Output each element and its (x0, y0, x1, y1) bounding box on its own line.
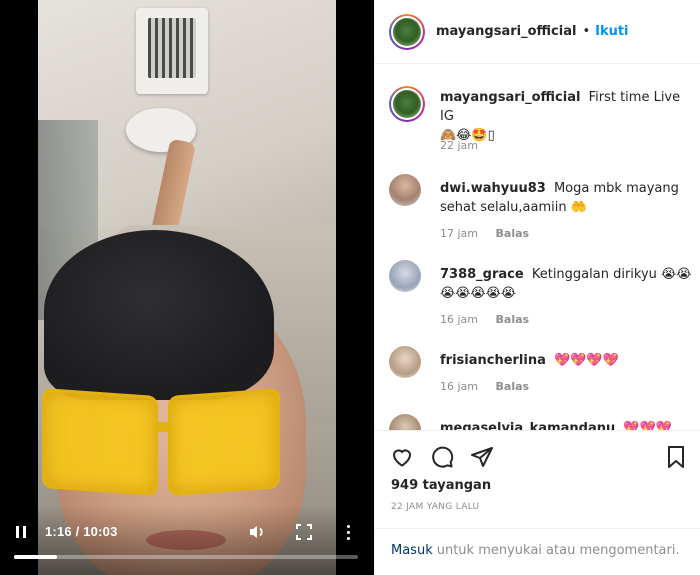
share-icon[interactable] (469, 444, 495, 470)
avatar[interactable] (389, 86, 425, 122)
login-prompt: Masuk untuk menyukai atau mengomentari. (375, 528, 700, 575)
pause-icon[interactable] (14, 524, 28, 540)
comment-meta: 16 jam Balas (440, 313, 529, 326)
post-header: mayangsari_official • Ikuti (375, 0, 700, 64)
volume-icon[interactable] (247, 522, 267, 542)
comment-time[interactable]: 22 jam (440, 139, 478, 152)
comment-time[interactable]: 17 jam (440, 227, 478, 240)
comment-text: 💖💖💖💖 (554, 353, 619, 368)
post-timestamp[interactable]: 22 JAM YANG LALU (391, 502, 479, 512)
comment-username[interactable]: mayangsari_official (440, 90, 580, 105)
video-progress-fill (14, 555, 58, 559)
comment-username[interactable]: frisiancherlina (440, 353, 546, 368)
comment-emoji: 😭😭😭😭😭 (440, 286, 516, 301)
reply-button[interactable]: Balas (496, 380, 530, 393)
more-icon[interactable] (340, 522, 356, 542)
comment-meta: 17 jam Balas (440, 227, 529, 240)
avatar[interactable] (389, 414, 421, 430)
comment-icon[interactable] (429, 444, 455, 470)
video-player[interactable]: 1:16 / 10:03 (0, 0, 374, 575)
comment-time[interactable]: 16 jam (440, 380, 478, 393)
reply-button[interactable]: Balas (496, 313, 530, 326)
comment-meta: 22 jam (440, 139, 478, 152)
video-scene-vent (136, 8, 208, 94)
comment-meta: 16 jam Balas (440, 380, 529, 393)
comment-text: 💖💖💖 (623, 421, 672, 430)
comment-username[interactable]: dwi.wahyuu83 (440, 181, 546, 196)
header-separator: • (582, 24, 591, 39)
bookmark-icon[interactable] (663, 444, 689, 470)
comment-time[interactable]: 16 jam (440, 313, 478, 326)
view-count[interactable]: 949 tayangan (391, 478, 491, 493)
avatar[interactable] (389, 346, 421, 378)
comment-username[interactable]: megaselvia_kamandanu (440, 421, 615, 430)
post-side-panel: mayangsari_official • Ikuti mayangsari_o… (374, 0, 700, 575)
video-time: 1:16 / 10:03 (45, 524, 118, 539)
login-link[interactable]: Masuk (391, 543, 433, 558)
video-scene-sunglasses (38, 387, 280, 502)
reply-button[interactable]: Balas (496, 227, 530, 240)
heart-icon[interactable] (389, 444, 415, 470)
login-text: untuk menyukai atau mengomentari. (436, 543, 680, 558)
avatar[interactable] (389, 260, 421, 292)
video-progress-bar[interactable] (14, 555, 358, 559)
video-controls: 1:16 / 10:03 (0, 518, 374, 548)
video-frame (38, 0, 336, 575)
fullscreen-icon[interactable] (294, 522, 314, 542)
avatar[interactable] (389, 174, 421, 206)
comment-username[interactable]: 7388_grace (440, 267, 524, 282)
follow-button[interactable]: Ikuti (595, 24, 628, 39)
video-scene-hair (44, 230, 274, 400)
header-username[interactable]: mayangsari_official (436, 24, 576, 39)
comment-text: Ketinggalan dirikyu 😭😭 (531, 267, 692, 282)
comments-list[interactable]: mayangsari_official First time Live IG 🙈… (375, 70, 700, 430)
avatar[interactable] (389, 13, 425, 50)
